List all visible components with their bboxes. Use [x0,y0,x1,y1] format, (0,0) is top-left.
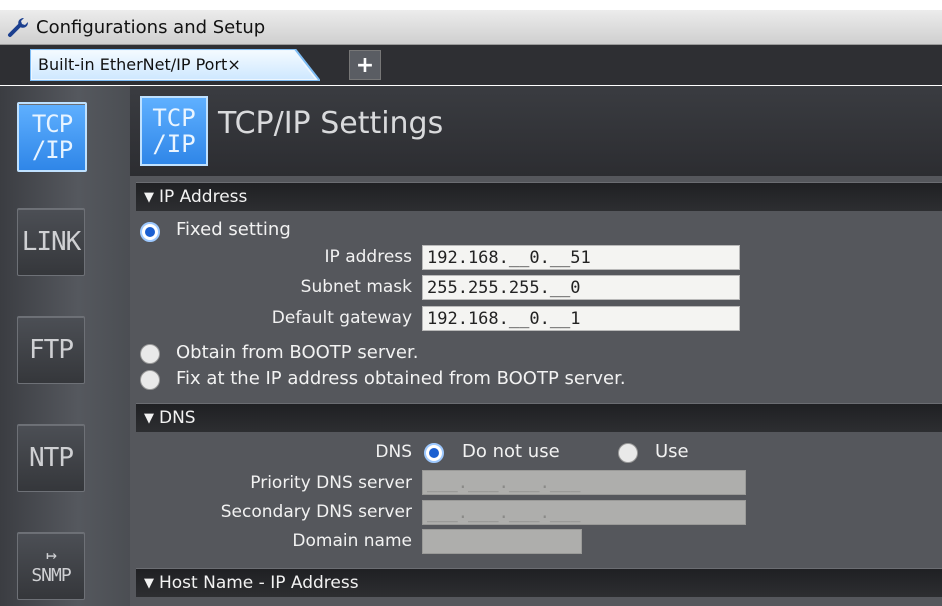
sidebar-item-ntp[interactable]: NTP [17,424,85,492]
ip-address-field[interactable]: 192.168.__0.__51 [422,245,740,270]
secondary-dns-field[interactable]: ___.___.___.___ [422,500,746,525]
tab-label: Built-in EtherNet/IP Port× [38,55,241,74]
page-title: TCP/IP Settings [218,106,444,141]
fixed-setting-label: Fixed setting [176,219,291,240]
wrench-icon [4,12,34,42]
collapse-triangle-icon: ▼ [144,410,154,426]
default-gateway-field[interactable]: 192.168.__0.__1 [422,306,740,331]
tcpip-icon: TCP /IP [140,96,208,166]
sidebar: TCP /IP LINK FTP NTP ↦ SNMP [0,86,130,606]
page-header: TCP /IP TCP/IP Settings [130,86,942,176]
fix-bootp-radio[interactable] [140,370,160,390]
dns-do-not-use-radio[interactable] [424,443,444,463]
ip-address-section-header[interactable]: ▼ IP Address [136,182,942,211]
sidebar-item-snmp[interactable]: ↦ SNMP [17,532,85,600]
settings-panel: ▼ IP Address Fixed setting IP address 19… [130,176,942,606]
dns-use-radio[interactable] [618,443,638,463]
sidebar-item-label: LINK [21,227,82,257]
sidebar-item-label: FTP [29,335,74,365]
dns-use-label: Use [655,441,689,462]
sidebar-item-label: NTP [29,443,74,473]
sidebar-item-tcpip[interactable]: TCP /IP [17,102,87,172]
subnet-mask-field[interactable]: 255.255.255.__0 [422,275,740,300]
sidebar-item-label: TCP [31,110,73,138]
export-arrow-icon: ↦ [46,544,57,566]
dns-section-header[interactable]: ▼ DNS [136,403,942,432]
sidebar-item-link[interactable]: LINK [17,208,85,276]
subnet-mask-label: Subnet mask [300,277,412,297]
domain-name-label: Domain name [292,531,412,551]
sidebar-item-label: /IP [31,136,73,164]
tab-builtin-ethernet-ip-port[interactable]: Built-in EtherNet/IP Port× [30,49,320,81]
dns-label: DNS [375,442,412,462]
window-title-bar: Configurations and Setup [0,10,942,45]
secondary-dns-label: Secondary DNS server [220,502,412,522]
fixed-setting-radio[interactable] [140,222,160,242]
host-name-section-header[interactable]: ▼ Host Name - IP Address [136,568,942,597]
section-title: Host Name - IP Address [159,573,359,593]
bootp-radio[interactable] [140,344,160,364]
priority-dns-field[interactable]: ___.___.___.___ [422,470,746,495]
priority-dns-label: Priority DNS server [250,473,412,493]
icon-label: TCP [152,104,196,132]
collapse-triangle-icon: ▼ [144,189,154,205]
window-title: Configurations and Setup [36,16,266,38]
default-gateway-label: Default gateway [271,308,412,328]
icon-label: /IP [152,130,196,158]
sidebar-item-ftp[interactable]: FTP [17,316,85,384]
dns-do-not-use-label: Do not use [462,441,560,462]
bootp-label: Obtain from BOOTP server. [176,342,419,363]
domain-name-field[interactable] [422,529,582,554]
section-title: IP Address [159,187,248,207]
sidebar-item-label: SNMP [31,564,71,586]
section-title: DNS [159,408,196,428]
ip-address-label: IP address [324,247,412,267]
add-tab-button[interactable]: + [349,50,381,80]
fix-bootp-label: Fix at the IP address obtained from BOOT… [176,368,626,389]
collapse-triangle-icon: ▼ [144,575,154,591]
tab-strip: Built-in EtherNet/IP Port× + [0,45,942,85]
